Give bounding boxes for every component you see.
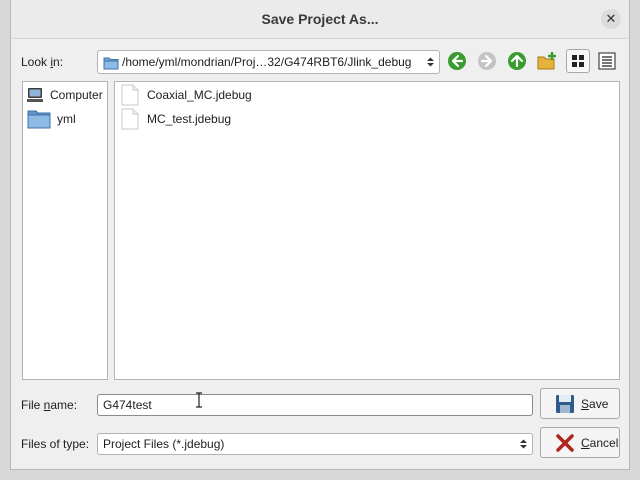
file-type-label: Files of type: <box>21 437 90 451</box>
forward-arrow-icon <box>478 52 496 70</box>
back-arrow-icon <box>448 52 466 70</box>
updown-arrows-icon <box>427 57 434 67</box>
file-type-value: Project Files (*.jdebug) <box>103 437 225 451</box>
detail-view-button[interactable] <box>595 49 619 73</box>
icon-view-button[interactable] <box>566 49 590 73</box>
look-in-combo[interactable]: /home/yml/mondrian/Proj…32/G474RBT6/Jlin… <box>97 50 440 74</box>
sidebar-item-computer[interactable]: Computer <box>27 85 103 105</box>
new-folder-icon <box>537 52 556 70</box>
save-project-dialog: Save Project As... ✕ Look in: /home/yml/… <box>10 0 630 470</box>
dialog-title: Save Project As... <box>261 11 379 27</box>
file-list[interactable]: Coaxial_MC.jdebug MC_test.jdebug <box>114 81 620 380</box>
parent-directory-icon <box>508 52 526 70</box>
folder-icon <box>103 56 119 73</box>
icon-view-icon <box>572 55 584 67</box>
cancel-button[interactable]: Cancel <box>540 427 620 458</box>
detail-view-icon <box>598 52 616 70</box>
list-item[interactable]: MC_test.jdebug <box>121 108 231 130</box>
parent-directory-button[interactable] <box>505 49 529 73</box>
computer-icon <box>27 88 43 102</box>
folder-icon <box>27 110 51 129</box>
cancel-icon <box>556 433 574 452</box>
new-folder-button[interactable] <box>535 49 559 73</box>
file-name-label: File name: <box>21 398 78 412</box>
sidebar-item-label: Computer <box>50 88 103 102</box>
file-name-input[interactable] <box>97 394 533 416</box>
back-button[interactable] <box>445 49 469 73</box>
places-sidebar: Computer yml <box>22 81 108 380</box>
forward-button[interactable] <box>475 49 499 73</box>
sidebar-item-label: yml <box>57 112 76 126</box>
title-bar[interactable]: Save Project As... ✕ <box>11 0 629 39</box>
file-icon <box>121 108 139 130</box>
text-cursor-icon <box>196 392 202 408</box>
close-button[interactable]: ✕ <box>601 9 621 29</box>
updown-arrows-icon <box>520 439 527 449</box>
file-name: MC_test.jdebug <box>147 112 232 126</box>
file-type-select[interactable]: Project Files (*.jdebug) <box>97 433 533 455</box>
look-in-label: Look in: <box>21 55 64 69</box>
look-in-path: /home/yml/mondrian/Proj…32/G474RBT6/Jlin… <box>122 55 412 69</box>
list-item[interactable]: Coaxial_MC.jdebug <box>121 84 252 106</box>
close-icon: ✕ <box>605 11 617 26</box>
sidebar-item-yml[interactable]: yml <box>27 109 76 129</box>
floppy-disk-icon <box>556 394 574 413</box>
save-button[interactable]: Save <box>540 388 620 419</box>
file-icon <box>121 84 139 106</box>
file-name: Coaxial_MC.jdebug <box>147 88 252 102</box>
